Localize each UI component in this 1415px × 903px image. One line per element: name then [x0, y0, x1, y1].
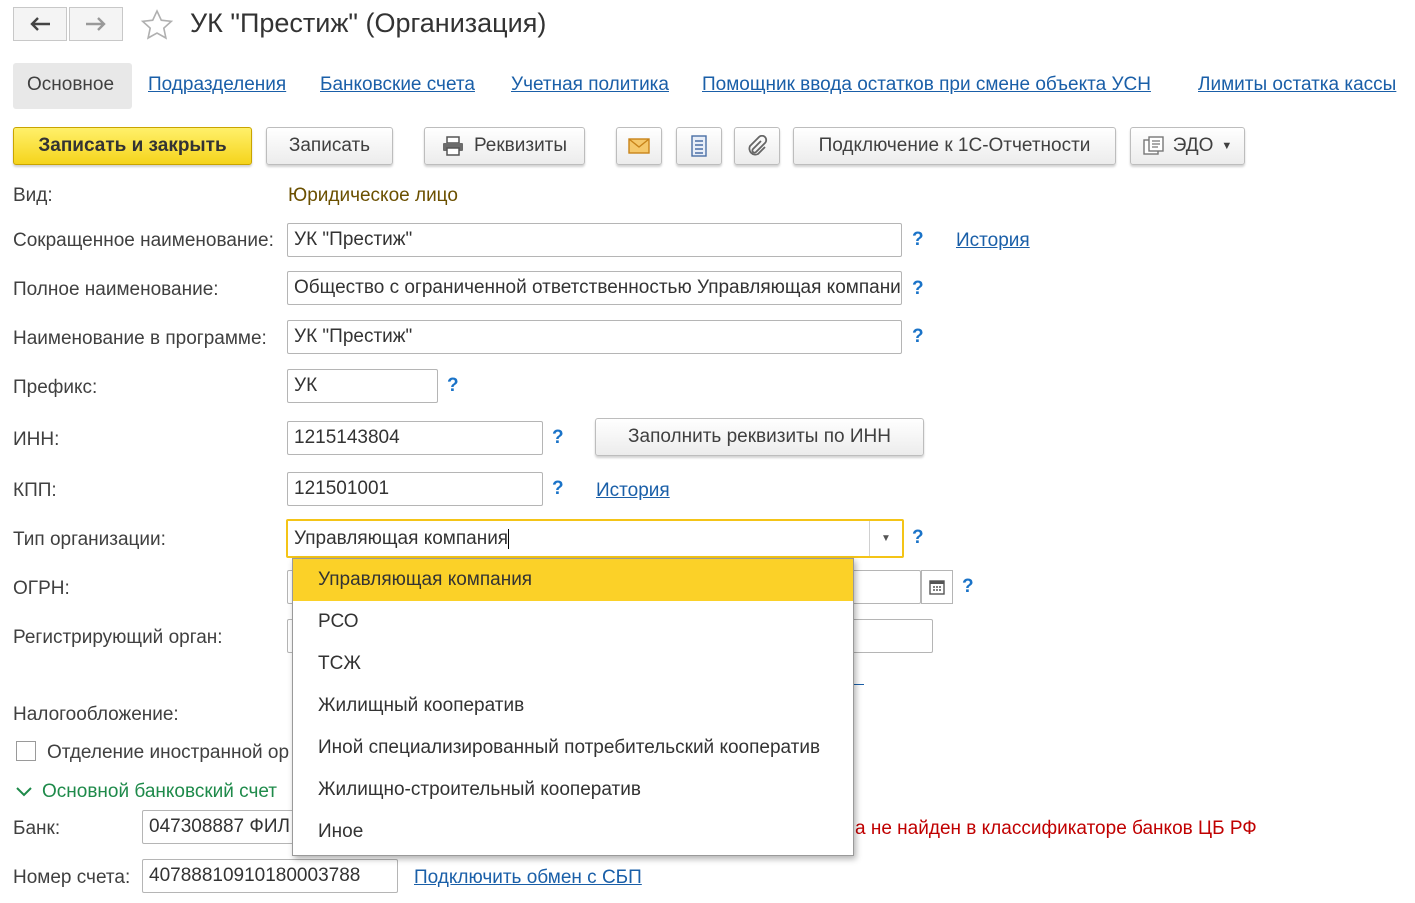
foreign-branch-checkbox[interactable]	[16, 741, 36, 761]
star-icon[interactable]	[140, 9, 174, 47]
tab-departments[interactable]: Подразделения	[148, 63, 286, 109]
dropdown-item[interactable]: РСО	[293, 601, 853, 643]
dropdown-item[interactable]: Иной специализированный потребительский …	[293, 727, 853, 769]
kpp-help[interactable]: ?	[552, 478, 564, 500]
requisites-button[interactable]: Реквизиты	[424, 127, 585, 165]
tab-bank-accounts[interactable]: Банковские счета	[320, 63, 475, 109]
fill-by-inn-button[interactable]: Заполнить реквизиты по ИНН	[595, 418, 924, 456]
edo-docs-icon	[1143, 136, 1164, 155]
dropdown-item[interactable]: Иное	[293, 811, 853, 853]
dropdown-item[interactable]: Управляющая компания	[293, 559, 853, 601]
full-name-help[interactable]: ?	[912, 278, 924, 300]
arrow-right-icon	[86, 17, 106, 31]
arrow-left-icon	[30, 17, 50, 31]
edo-label: ЭДО	[1172, 135, 1214, 156]
account-input[interactable]: 40788810910180003788	[142, 859, 398, 893]
attach-button[interactable]	[734, 127, 780, 165]
kpp-history-link[interactable]: История	[596, 480, 670, 502]
sbp-link[interactable]: Подключить обмен с СБП	[414, 867, 642, 889]
tab-accounting-policy[interactable]: Учетная политика	[511, 63, 669, 109]
document-list-icon	[691, 135, 707, 157]
window-title: УК "Престиж" (Организация)	[190, 8, 547, 38]
ogrn-label: ОГРН:	[13, 578, 70, 599]
org-type-select[interactable]: Управляющая компания ▼	[286, 519, 904, 558]
forward-button[interactable]	[69, 7, 123, 41]
org-type-label: Тип организации:	[13, 529, 166, 550]
full-name-label: Полное наименование:	[13, 279, 219, 300]
save-button[interactable]: Записать	[266, 127, 393, 165]
bank-section-title: Основной банковский счет	[42, 781, 278, 802]
program-name-label: Наименование в программе:	[13, 328, 267, 349]
tab-main[interactable]: Основное	[13, 63, 132, 109]
dropdown-item[interactable]: Жилищный кооператив	[293, 685, 853, 727]
program-name-help[interactable]: ?	[912, 326, 924, 348]
dropdown-item[interactable]: Жилищно-строительный кооператив	[293, 769, 853, 811]
foreign-branch-label: Отделение иностранной ор	[47, 742, 290, 763]
prefix-input[interactable]: УК	[287, 369, 438, 403]
dropdown-item[interactable]: ТСЖ	[293, 643, 853, 685]
chevron-down-icon	[16, 787, 32, 797]
short-name-help[interactable]: ?	[912, 229, 924, 251]
vid-value: Юридическое лицо	[288, 185, 458, 206]
bank-section-toggle[interactable]: Основной банковский счет	[16, 781, 277, 803]
vid-label: Вид:	[13, 185, 53, 206]
org-type-help[interactable]: ?	[912, 527, 924, 549]
edo-button[interactable]: ЭДО ▼	[1130, 127, 1245, 165]
printer-icon	[442, 136, 463, 156]
kpp-label: КПП:	[13, 480, 57, 501]
connect-reporting-button[interactable]: Подключение к 1С-Отчетности	[793, 127, 1116, 165]
inn-help[interactable]: ?	[552, 427, 564, 449]
calendar-icon	[929, 580, 945, 595]
document-button[interactable]	[676, 127, 722, 165]
bank-error-text: а не найден в классификаторе банков ЦБ Р…	[855, 818, 1257, 839]
taxation-label: Налогообложение:	[13, 704, 179, 725]
calendar-button[interactable]	[921, 570, 953, 604]
program-name-input[interactable]: УК "Престиж"	[287, 320, 902, 354]
ogrn-help[interactable]: ?	[962, 576, 974, 598]
chevron-down-icon[interactable]: ▼	[869, 521, 902, 556]
short-name-history-link[interactable]: История	[956, 230, 1030, 252]
prefix-help[interactable]: ?	[447, 375, 459, 397]
bank-input[interactable]: 047308887 ФИЛ	[142, 810, 302, 844]
save-and-close-button[interactable]: Записать и закрыть	[13, 127, 252, 165]
kpp-input[interactable]: 121501001	[287, 472, 543, 506]
registering-authority-label: Регистрирующий орган:	[13, 627, 223, 648]
envelope-icon	[628, 138, 650, 154]
inn-label: ИНН:	[13, 429, 60, 450]
full-name-input[interactable]: Общество с ограниченной ответственностью…	[287, 271, 902, 305]
tab-usn-balance-assistant[interactable]: Помощник ввода остатков при смене объект…	[702, 63, 1151, 109]
tab-cash-limits[interactable]: Лимиты остатка кассы	[1198, 63, 1396, 109]
short-name-input[interactable]: УК "Престиж"	[287, 223, 902, 257]
requisites-label: Реквизиты	[473, 135, 568, 156]
chevron-down-icon: ▼	[1221, 140, 1233, 152]
bank-label: Банк:	[13, 818, 61, 839]
account-label: Номер счета:	[13, 867, 131, 888]
paperclip-icon	[748, 135, 768, 156]
prefix-label: Префикс:	[13, 377, 98, 398]
email-button[interactable]	[616, 127, 662, 165]
short-name-label: Сокращенное наименование:	[13, 230, 274, 251]
org-type-value: Управляющая компания	[294, 528, 509, 549]
org-type-dropdown[interactable]: Управляющая компания РСО ТСЖ Жилищный ко…	[292, 558, 854, 856]
back-button[interactable]	[13, 7, 67, 41]
inn-input[interactable]: 1215143804	[287, 421, 543, 455]
